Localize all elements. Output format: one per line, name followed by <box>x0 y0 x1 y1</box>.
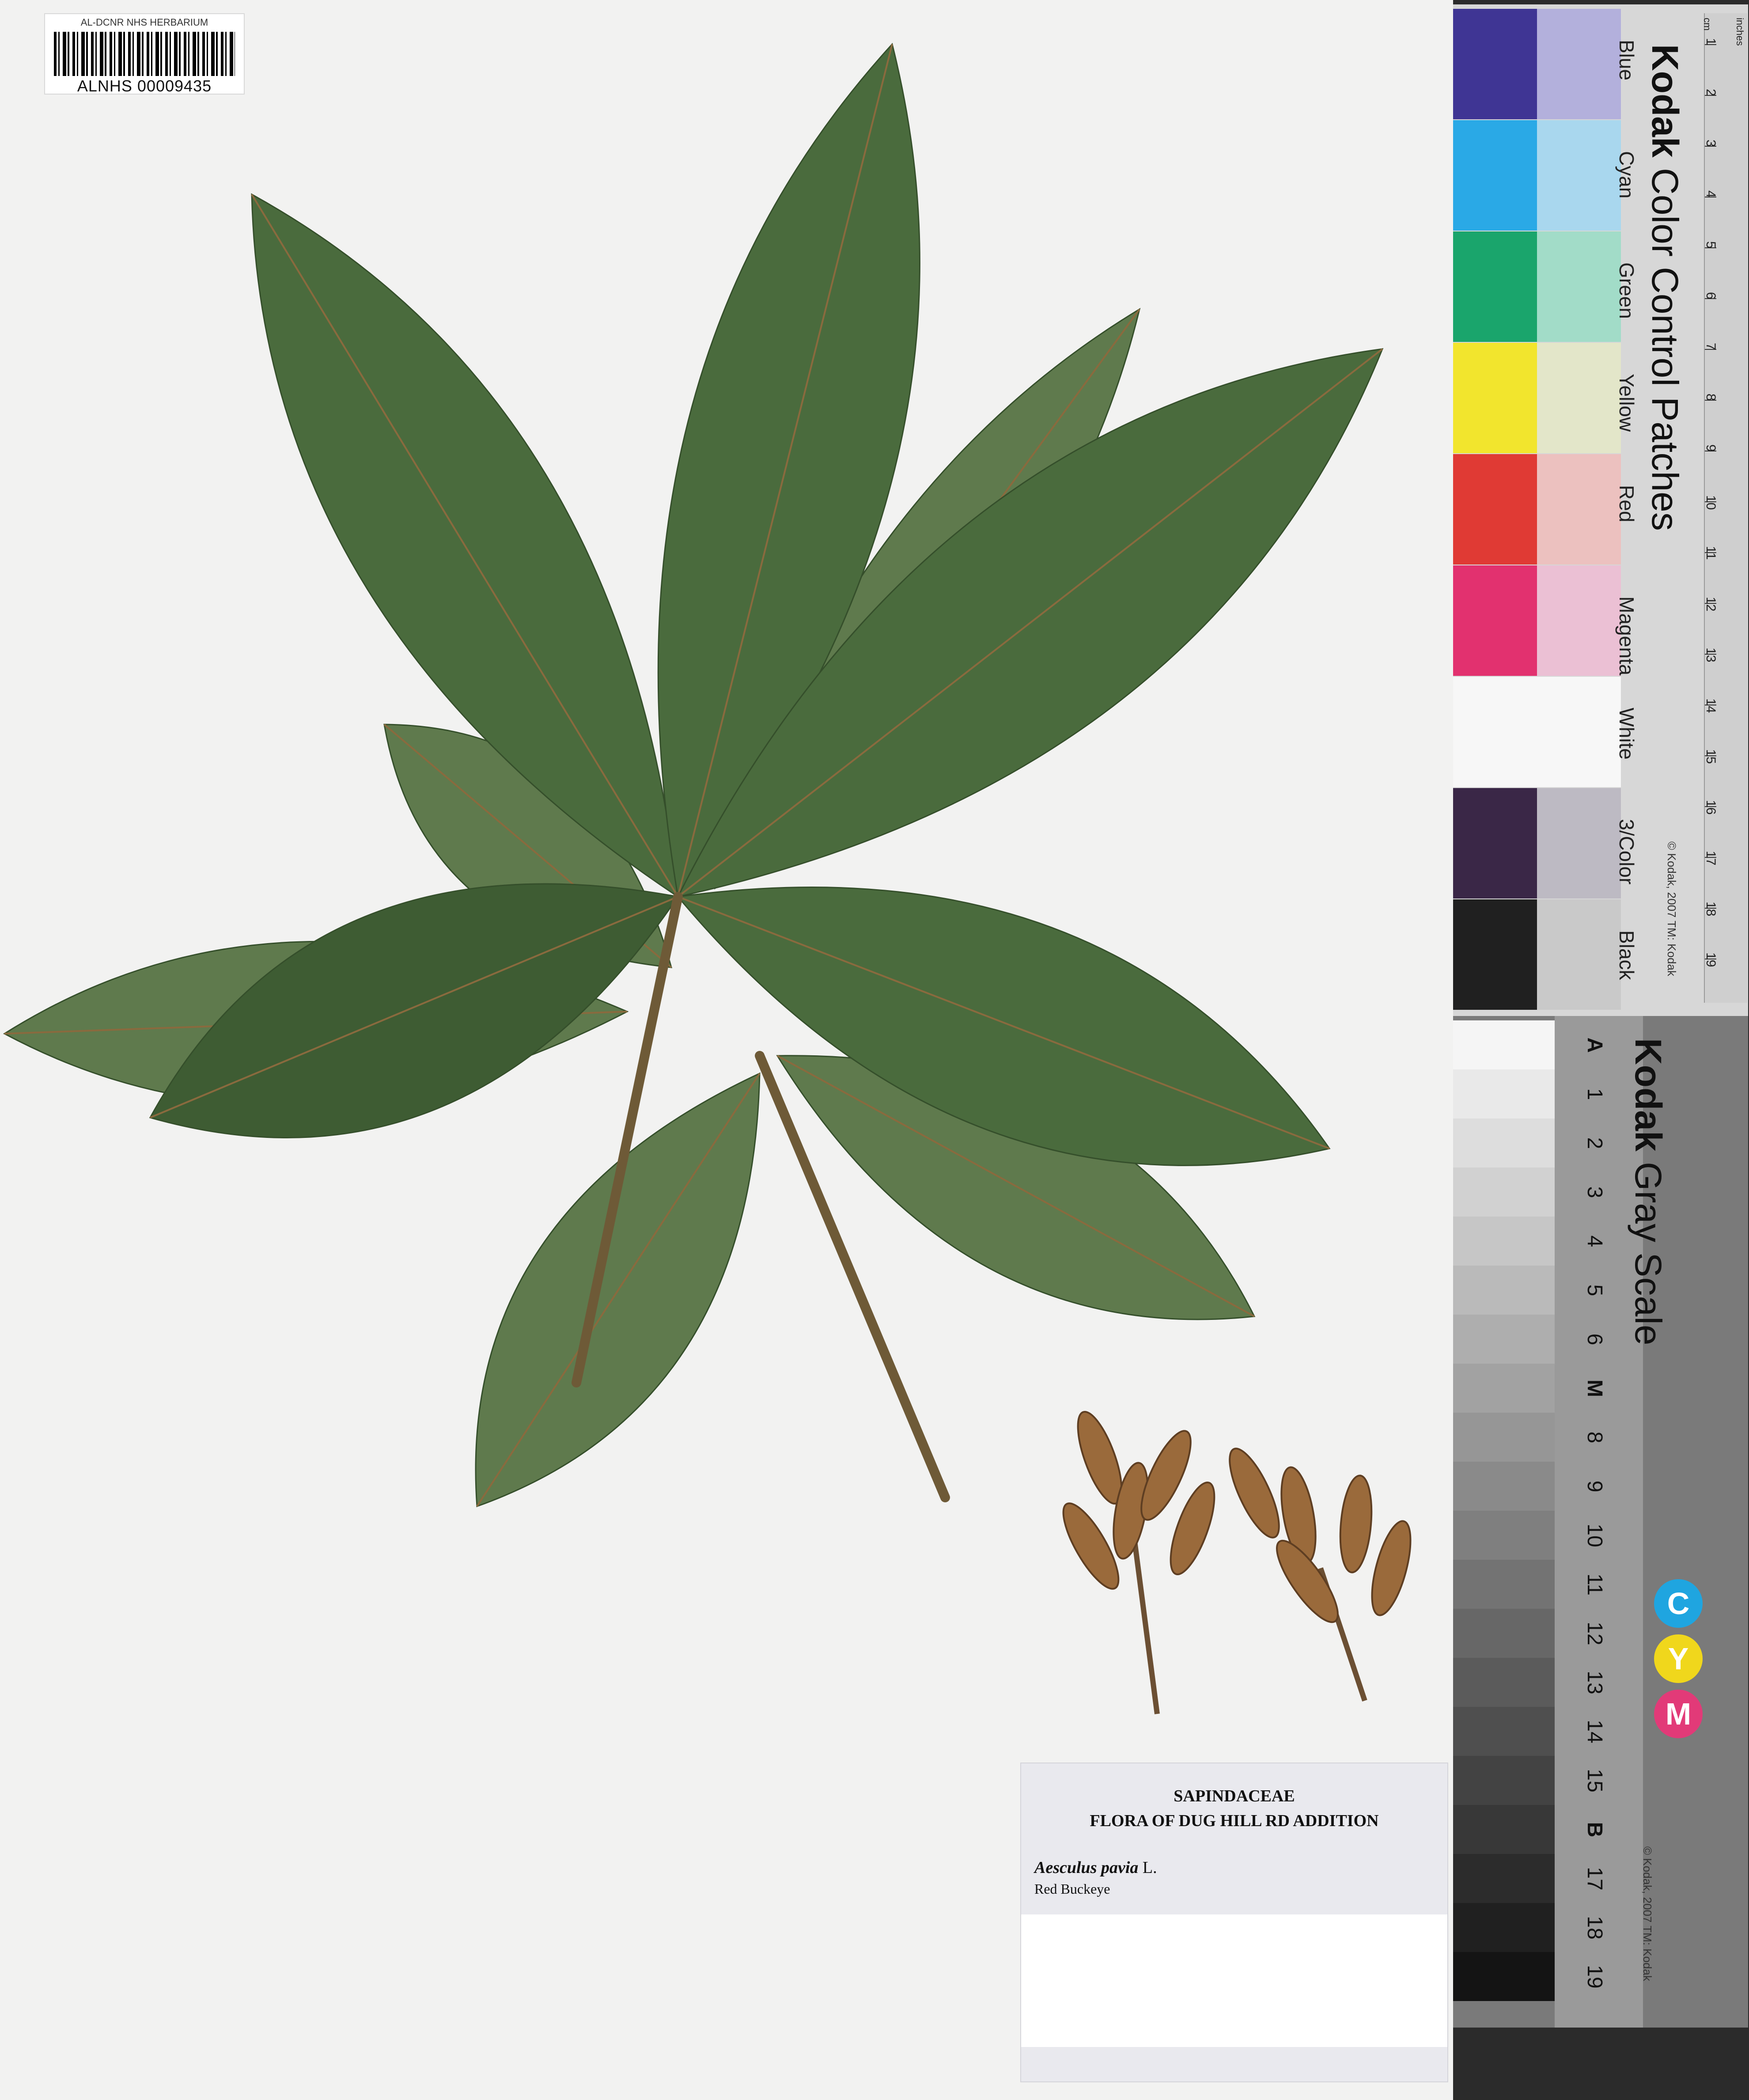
cmy-dot-c: C <box>1654 1579 1703 1628</box>
ruler-number: 4 <box>1704 190 1718 198</box>
patch-red-light <box>1537 454 1621 565</box>
gray-step <box>1453 1756 1555 1805</box>
gray-step <box>1453 1168 1555 1217</box>
patch-3-color-light <box>1537 788 1621 898</box>
ruler-number: 17 <box>1704 851 1718 866</box>
gray-step <box>1453 1609 1555 1658</box>
ruler-number: 19 <box>1704 952 1718 967</box>
gray-step <box>1453 1020 1555 1069</box>
collection-name: FLORA OF DUG HILL RD ADDITION <box>1090 1812 1379 1830</box>
gray-card-copyright: © Kodak, 2007 TM: Kodak <box>1641 1846 1654 1981</box>
gray-step <box>1453 1315 1555 1364</box>
flower-cluster-right-flower-3 <box>1339 1475 1373 1573</box>
ruler-number: 16 <box>1704 800 1718 815</box>
gray-step <box>1453 1217 1555 1266</box>
ruler-number: 7 <box>1704 343 1718 350</box>
authority: L. <box>1142 1858 1157 1877</box>
kodak-brand: Kodak <box>1644 44 1686 158</box>
ruler-number: 9 <box>1704 444 1718 452</box>
herbarium-scan: AL-DCNR NHS HERBARIUM ALNHS 00009435 SAP… <box>0 0 1749 2100</box>
gray-step-label: 19 <box>1583 1965 1606 1989</box>
gray-step <box>1453 1118 1555 1168</box>
ruler-number: 14 <box>1704 698 1718 713</box>
patch-3-color-dark <box>1453 788 1537 898</box>
scientific-name: Aesculus pavia L. <box>1034 1858 1157 1877</box>
patch-yellow-dark <box>1453 343 1537 453</box>
cmy-dot-m: M <box>1654 1690 1703 1738</box>
gray-step <box>1453 1511 1555 1560</box>
flower-clusters <box>1062 1410 1412 1714</box>
ruler-number: 5 <box>1704 241 1718 249</box>
family-name: SAPINDACEAE <box>1174 1787 1295 1805</box>
gray-step <box>1453 1462 1555 1511</box>
gray-scale-title: Kodak Gray Scale <box>1627 1038 1670 1346</box>
patch-white-dark <box>1453 677 1537 787</box>
kodak-brand: Kodak <box>1628 1038 1669 1152</box>
patch-blue-dark <box>1453 9 1537 119</box>
ruler-number: 8 <box>1704 394 1718 401</box>
ruler-number: 18 <box>1704 902 1718 917</box>
gray-step <box>1453 1707 1555 1756</box>
cmy-dot-y: Y <box>1654 1634 1703 1683</box>
gray-step <box>1453 1658 1555 1707</box>
flower-cluster-right-flower-4 <box>1371 1520 1412 1616</box>
ruler-number: 11 <box>1704 546 1718 560</box>
ruler-number: 15 <box>1704 749 1718 764</box>
ruler-number: 10 <box>1704 495 1718 510</box>
patch-green-dark <box>1453 231 1537 342</box>
ruler-number: 2 <box>1704 89 1718 96</box>
patch-cyan-light <box>1537 120 1621 231</box>
gray-step <box>1453 1854 1555 1903</box>
common-name: Red Buckeye <box>1034 1881 1110 1897</box>
patch-white-light <box>1537 677 1621 787</box>
species-name: Aesculus pavia <box>1034 1858 1139 1877</box>
ruler-unit-cm: cm <box>1702 18 1713 31</box>
color-card-title: Kodak Color Control Patches <box>1643 44 1686 531</box>
flower-cluster-right-flower-1 <box>1229 1448 1280 1539</box>
front-leaflets <box>149 42 1384 1166</box>
herbarium-sheet: AL-DCNR NHS HERBARIUM ALNHS 00009435 SAP… <box>0 0 1453 2100</box>
gray-step <box>1453 1805 1555 1854</box>
patch-red-dark <box>1453 454 1537 565</box>
gray-scale-title-text: Gray Scale <box>1628 1162 1669 1346</box>
gray-step <box>1453 1266 1555 1315</box>
measurement-ruler: cm inches 1 2 3 4 5 6 7 8 9 10 11 12 13 14 15 16 17 18 19 <box>1702 13 1747 1003</box>
color-card-title-text: Color Control Patches <box>1644 168 1686 531</box>
gray-step <box>1453 1413 1555 1462</box>
gray-step <box>1453 1560 1555 1609</box>
label-blank-area <box>1021 1914 1447 2047</box>
gray-step <box>1453 1364 1555 1413</box>
ruler-number: 3 <box>1704 140 1718 147</box>
patch-blue-light <box>1537 9 1621 119</box>
ruler-number: 6 <box>1704 292 1718 299</box>
color-card-copyright: © Kodak, 2007 TM: Kodak <box>1665 842 1678 976</box>
patch-black-light <box>1537 899 1621 1010</box>
ruler-number: 1 <box>1704 38 1718 45</box>
patch-yellow-light <box>1537 343 1621 453</box>
specimen-label: SAPINDACEAE FLORA OF DUG HILL RD ADDITIO… <box>1020 1763 1448 2082</box>
ruler-number: 13 <box>1704 648 1718 663</box>
patch-green-light <box>1537 231 1621 342</box>
patch-cyan-dark <box>1453 120 1537 231</box>
ruler-number: 12 <box>1704 597 1718 612</box>
patch-magenta-light <box>1537 565 1621 676</box>
patch-black-dark <box>1453 899 1537 1010</box>
gray-step <box>1453 1069 1555 1118</box>
gray-step <box>1453 1903 1555 1952</box>
gray-step <box>1453 1952 1555 2001</box>
patch-magenta-dark <box>1453 565 1537 676</box>
ruler-unit-inches: inches <box>1734 18 1745 46</box>
leaflet-lower-right <box>677 887 1331 1166</box>
